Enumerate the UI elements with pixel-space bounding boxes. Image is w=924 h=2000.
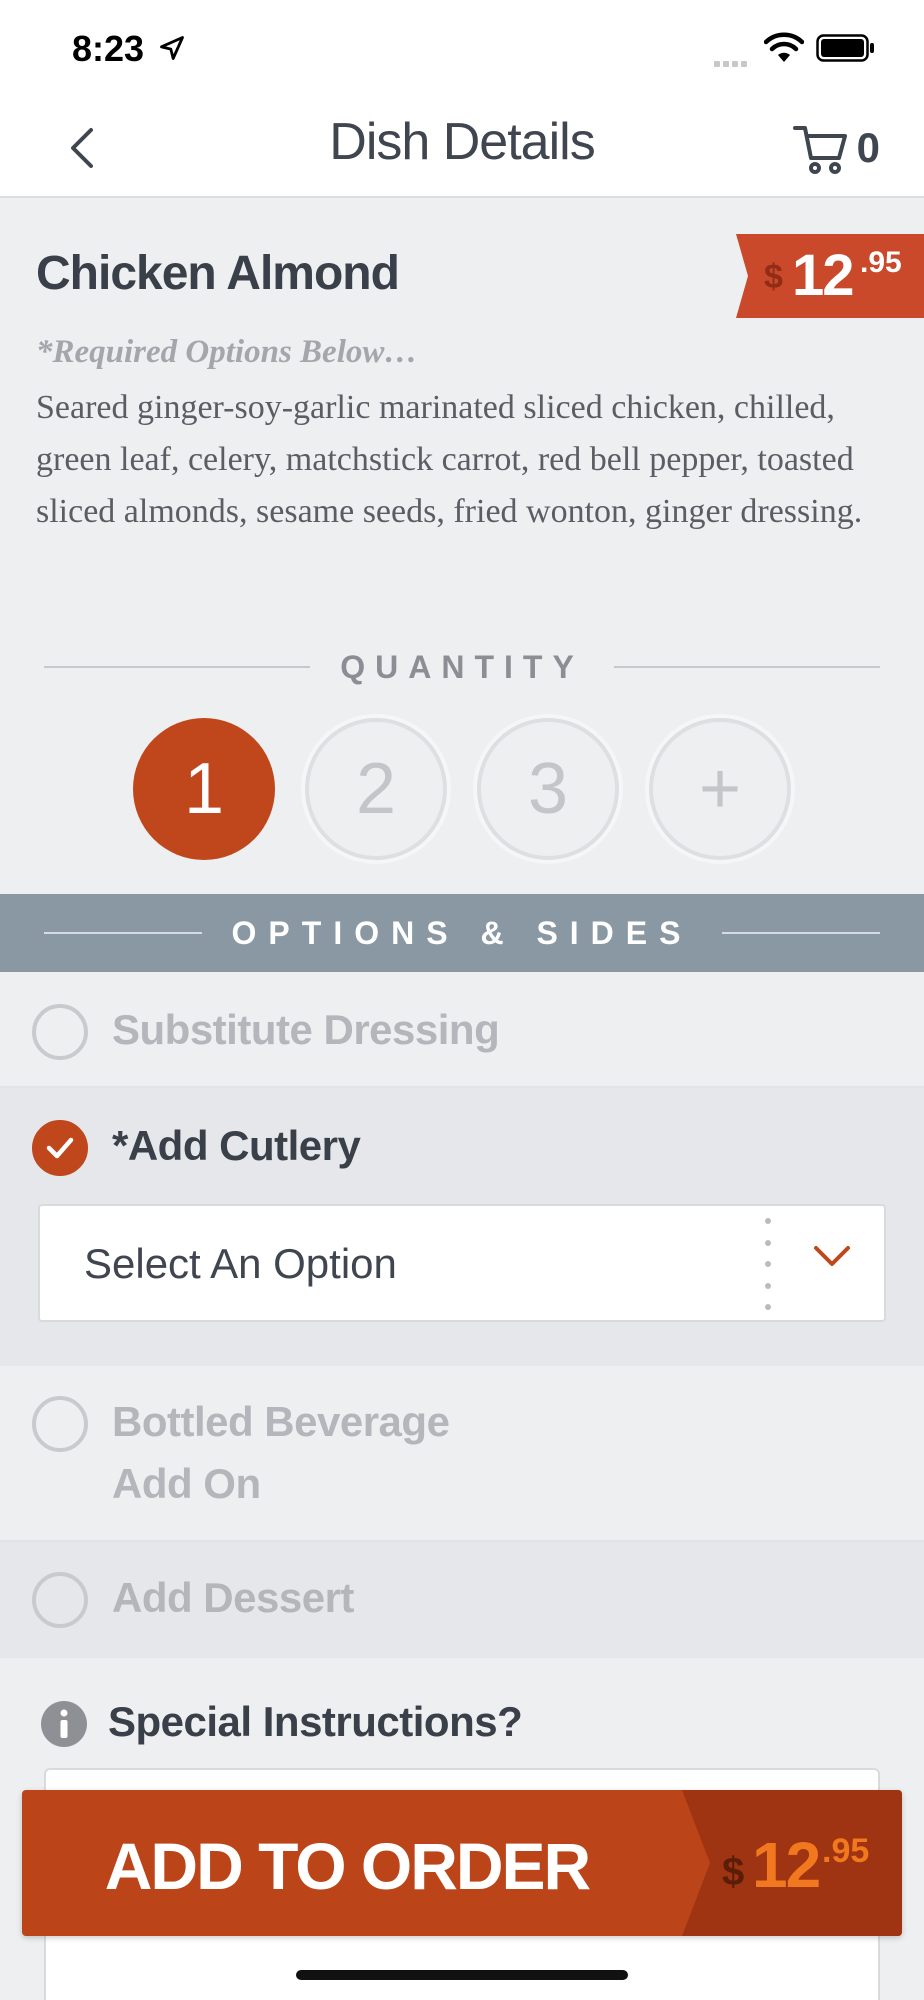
price-tag: $ 12 .95: [736, 234, 924, 318]
select-value: Select An Option: [84, 1240, 397, 1287]
button-price-main: 12: [752, 1829, 821, 1901]
dish-description: Seared ginger-soy-garlic marinated slice…: [36, 389, 863, 530]
cart-icon: [792, 126, 847, 174]
cart-count: 0: [856, 124, 880, 171]
option-label: *Add Cutlery: [112, 1122, 361, 1169]
status-time: 8:23: [72, 28, 145, 69]
nav-bar: Dish Details 0: [0, 100, 924, 198]
home-indicator: [296, 1970, 628, 1980]
option-label: Bottled Beverage: [112, 1398, 450, 1445]
option-add-cutlery: *Add Cutlery Select An Option: [0, 1088, 924, 1366]
quantity-selector: 1 2 3 +: [133, 718, 793, 862]
battery-icon: [816, 34, 874, 62]
checkbox-add-cutlery[interactable]: [32, 1120, 88, 1176]
add-to-order-label: ADD TO ORDER: [104, 1829, 591, 1903]
radio-substitute-dressing[interactable]: [32, 1004, 88, 1060]
status-bar: 8:23: [0, 0, 924, 100]
quantity-option-more[interactable]: +: [649, 718, 791, 860]
signal-icon: [714, 54, 750, 72]
info-icon: [41, 1701, 87, 1747]
special-instructions-label: Special Instructions?: [108, 1698, 523, 1745]
checkmark-icon: [46, 1137, 74, 1159]
option-add-dessert[interactable]: Add Dessert: [0, 1542, 924, 1658]
option-sublabel: Add On: [112, 1460, 261, 1507]
price-main: 12: [792, 243, 854, 308]
option-label: Add Dessert: [112, 1574, 354, 1621]
quantity-divider: QUANTITY: [44, 642, 881, 692]
add-to-order-button[interactable]: ADD TO ORDER $ 12 .95: [22, 1790, 902, 1936]
page-title: Dish Details: [329, 113, 595, 171]
required-note: *Required Options Below…: [36, 334, 418, 370]
cutlery-select[interactable]: Select An Option: [38, 1204, 886, 1322]
cart-button[interactable]: 0: [792, 116, 880, 180]
radio-add-dessert[interactable]: [32, 1572, 88, 1628]
price-cents: .95: [860, 246, 902, 279]
dish-name: Chicken Almond: [36, 247, 400, 300]
option-label: Substitute Dressing: [112, 1006, 500, 1053]
quantity-option-3[interactable]: 3: [477, 718, 619, 860]
chevron-down-icon: [814, 1246, 850, 1266]
options-header-label: OPTIONS & SIDES: [231, 914, 693, 951]
select-divider: [764, 1218, 772, 1310]
wifi-icon: [764, 32, 804, 62]
quantity-label: QUANTITY: [340, 648, 584, 685]
price-dollar: $: [764, 258, 783, 296]
options-header: OPTIONS & SIDES: [0, 894, 924, 972]
option-bottled-beverage[interactable]: Bottled Beverage Add On: [0, 1366, 924, 1542]
radio-bottled-beverage[interactable]: [32, 1396, 88, 1452]
option-substitute-dressing[interactable]: Substitute Dressing: [0, 972, 924, 1088]
location-arrow-icon: [160, 36, 184, 60]
quantity-option-1[interactable]: 1: [133, 718, 275, 860]
button-price-dollar: $: [722, 1850, 745, 1894]
quantity-option-2[interactable]: 2: [305, 718, 447, 860]
button-price-cents: .95: [822, 1832, 870, 1870]
